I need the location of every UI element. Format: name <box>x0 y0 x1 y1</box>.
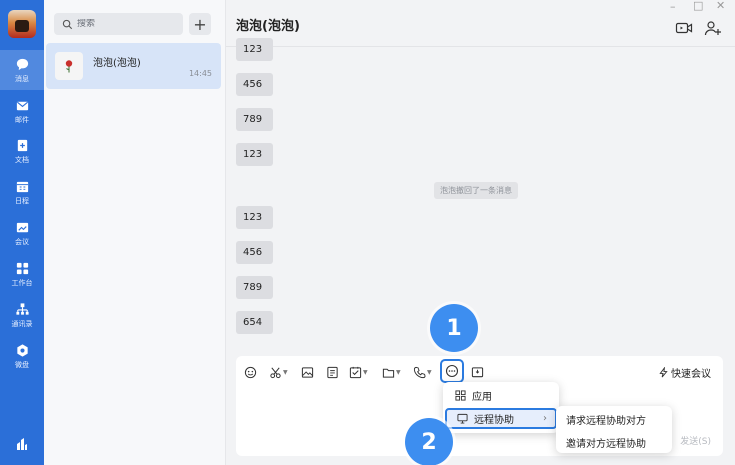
menu-item-remote-assist[interactable]: 远程协助 › <box>445 408 557 429</box>
folder-icon <box>382 368 395 378</box>
doc-icon <box>17 139 27 151</box>
screenshot-button[interactable]: ▼ <box>269 363 288 381</box>
screen-share-icon <box>471 366 484 377</box>
message-bubble: 654 <box>236 311 273 334</box>
menu-item-label: 远程协助 <box>474 415 514 426</box>
lightning-icon <box>659 367 668 378</box>
nav-item-contacts[interactable]: 通讯录 <box>0 295 44 335</box>
chat-icon <box>16 58 28 70</box>
system-message: 泡泡撤回了一条消息 <box>434 182 518 199</box>
message-bubble: 456 <box>236 73 273 96</box>
add-member-icon[interactable] <box>704 19 722 37</box>
apps-grid-icon <box>455 390 466 401</box>
drive-icon <box>16 343 28 357</box>
minimize-button[interactable]: – <box>670 0 676 13</box>
document-button[interactable] <box>326 363 339 381</box>
chevron-down-icon: ▼ <box>283 368 288 376</box>
meeting-icon <box>16 222 28 232</box>
scissors-icon <box>270 367 281 378</box>
nav-item-calendar[interactable]: 日程 <box>0 172 44 212</box>
add-button[interactable]: + <box>189 13 211 35</box>
folder-button[interactable]: ▼ <box>382 363 401 381</box>
nav-label: 消息 <box>15 74 29 83</box>
callout-badge: 2 <box>405 418 453 465</box>
more-options-menu: 应用 远程协助 › <box>443 382 559 433</box>
nav-item-docs[interactable]: 文档 <box>0 131 44 171</box>
nav-label: 邮件 <box>15 115 29 124</box>
left-nav-bar: 消息 邮件 文档 日程 会议 工作台 通讯录 微盘 <box>0 0 44 465</box>
more-icon <box>445 364 459 378</box>
nav-item-drive[interactable]: 微盘 <box>0 336 44 376</box>
nav-label: 通讯录 <box>11 319 33 328</box>
chevron-down-icon: ▼ <box>427 368 432 376</box>
send-button[interactable]: 发送(S) <box>680 434 711 447</box>
more-apps-icon[interactable] <box>14 436 30 452</box>
conversation-name: 泡泡(泡泡) <box>93 58 141 69</box>
conversation-time: 14:45 <box>188 69 212 78</box>
quick-meeting-label: 快速会议 <box>671 369 711 380</box>
conversation-list-panel: + 泡泡(泡泡) 14:45 <box>44 0 226 465</box>
maximize-button[interactable]: □ <box>693 0 703 12</box>
quick-meeting-button[interactable]: 快速会议 <box>658 365 711 380</box>
submenu-item-invite[interactable]: 邀请对方远程协助 <box>566 435 646 450</box>
share-screen-button[interactable] <box>471 363 484 381</box>
menu-item-apps[interactable]: 应用 <box>445 385 557 406</box>
checklist-icon <box>349 366 362 378</box>
remote-assist-submenu: 请求远程协助对方 邀请对方远程协助 <box>556 406 672 453</box>
search-input[interactable] <box>77 19 177 29</box>
chat-title: 泡泡(泡泡) <box>236 19 300 34</box>
more-options-button[interactable] <box>440 359 464 383</box>
nav-item-messages[interactable]: 消息 <box>0 50 44 90</box>
call-button[interactable]: ▼ <box>413 363 432 381</box>
nav-label: 文档 <box>15 155 29 164</box>
chevron-down-icon: ▼ <box>363 368 368 376</box>
chevron-right-icon: › <box>543 413 547 424</box>
header-divider <box>226 46 735 47</box>
video-call-icon[interactable] <box>675 19 693 37</box>
monitor-icon <box>457 413 468 424</box>
emoji-icon <box>244 366 257 378</box>
task-button[interactable]: ▼ <box>349 363 368 381</box>
conversation-item[interactable]: 泡泡(泡泡) 14:45 <box>46 43 221 89</box>
nav-item-meetings[interactable]: 会议 <box>0 213 44 253</box>
message-bubble: 789 <box>236 108 273 131</box>
nav-label: 会议 <box>15 237 29 246</box>
submenu-item-request[interactable]: 请求远程协助对方 <box>566 412 646 427</box>
plus-icon: + <box>193 14 207 34</box>
nav-item-mail[interactable]: 邮件 <box>0 91 44 131</box>
message-bubble: 123 <box>236 206 273 229</box>
user-avatar[interactable] <box>8 10 36 38</box>
search-box[interactable] <box>54 13 183 35</box>
workbench-icon <box>16 262 28 274</box>
image-icon <box>301 366 314 378</box>
document-icon <box>327 366 338 378</box>
nav-item-workbench[interactable]: 工作台 <box>0 254 44 294</box>
rose-icon <box>65 60 73 73</box>
search-icon <box>62 19 73 29</box>
phone-icon <box>413 366 426 378</box>
chevron-down-icon: ▼ <box>396 368 401 376</box>
message-bubble: 456 <box>236 241 273 264</box>
message-bubble: 789 <box>236 276 273 299</box>
callout-badge: 1 <box>430 304 478 352</box>
nav-label: 微盘 <box>15 360 29 369</box>
image-button[interactable] <box>301 363 314 381</box>
calendar-icon <box>16 181 28 192</box>
contacts-icon <box>15 302 29 315</box>
emoji-button[interactable] <box>244 363 257 381</box>
close-button[interactable]: ✕ <box>716 0 725 12</box>
mail-icon <box>16 101 28 110</box>
message-bubble: 123 <box>236 143 273 166</box>
nav-label: 工作台 <box>11 278 33 287</box>
message-bubble: 123 <box>236 38 273 61</box>
nav-label: 日程 <box>15 196 29 205</box>
contact-avatar <box>55 52 83 80</box>
menu-item-label: 应用 <box>472 392 492 403</box>
